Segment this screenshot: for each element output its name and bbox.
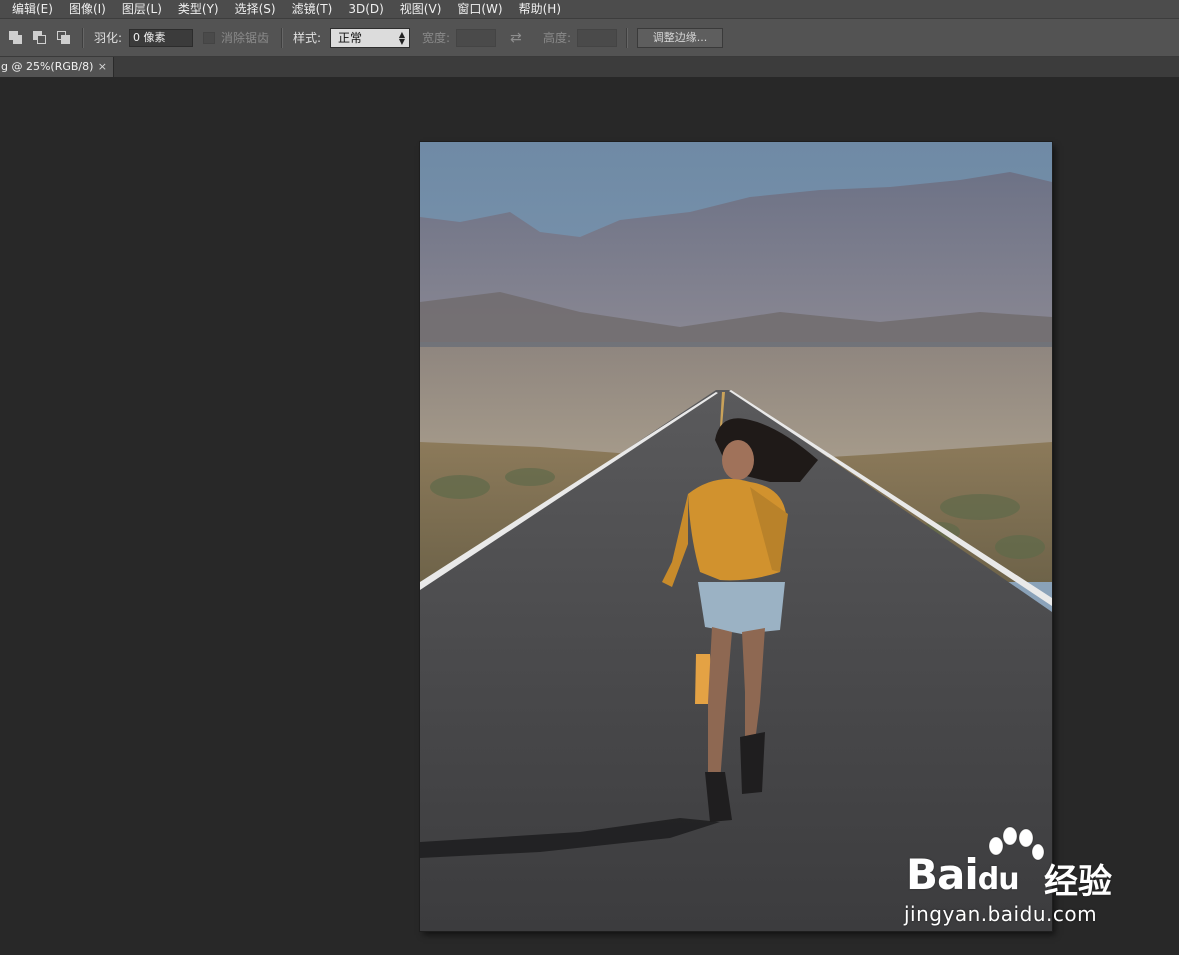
height-input[interactable]: [577, 28, 617, 47]
feather-label: 羽化:: [94, 31, 123, 45]
document-canvas[interactable]: [420, 142, 1052, 931]
canvas-photo: [420, 142, 1052, 931]
options-divider: [281, 28, 283, 48]
menu-filter[interactable]: 滤镜(T): [284, 0, 341, 18]
document-tab[interactable]: g @ 25%(RGB/8) ×: [0, 57, 114, 77]
close-icon[interactable]: ×: [98, 57, 107, 77]
width-input[interactable]: [456, 28, 496, 47]
options-divider: [82, 28, 84, 48]
dropdown-arrows-icon: ▲ ▼: [398, 29, 405, 46]
refine-edge-button[interactable]: 调整边缘...: [637, 27, 723, 48]
antialias-label: 消除锯齿: [221, 31, 270, 45]
swap-width-height-icon[interactable]: ⇄: [510, 30, 522, 46]
style-label: 样式:: [293, 31, 322, 45]
options-bar: 羽化: 0 像素 消除锯齿 样式: 正常 ▲ ▼ 宽度: ⇄ 高度: 调整边缘..…: [0, 18, 1179, 57]
menu-type[interactable]: 类型(Y): [170, 0, 227, 18]
add-selection-icon: [8, 30, 24, 46]
add-to-selection-button[interactable]: [8, 19, 24, 56]
baidu-watermark: Baidu 经验 jingyan.baidu.com: [900, 826, 1120, 936]
menu-bar: 编辑(E) 图像(I) 图层(L) 类型(Y) 选择(S) 滤镜(T) 3D(D…: [0, 0, 1179, 18]
watermark-url: jingyan.baidu.com: [904, 902, 1098, 926]
menu-window[interactable]: 窗口(W): [449, 0, 510, 18]
watermark-chinese: 经验: [1044, 862, 1112, 902]
intersect-selection-button[interactable]: [56, 19, 72, 56]
antialias-checkbox[interactable]: [203, 31, 215, 44]
subtract-from-selection-button[interactable]: [32, 19, 48, 56]
menu-edit[interactable]: 编辑(E): [0, 0, 61, 18]
menu-view[interactable]: 视图(V): [392, 0, 450, 18]
subtract-selection-icon: [32, 30, 48, 46]
style-dropdown[interactable]: 正常 ▲ ▼: [330, 27, 410, 48]
document-tab-title: g @ 25%(RGB/8): [1, 60, 94, 73]
document-tab-strip: g @ 25%(RGB/8) ×: [0, 57, 1179, 77]
width-label: 宽度:: [422, 31, 451, 45]
menu-image[interactable]: 图像(I): [61, 0, 114, 18]
feather-input[interactable]: 0 像素: [129, 28, 193, 47]
menu-select[interactable]: 选择(S): [227, 0, 284, 18]
intersect-selection-icon: [56, 30, 72, 46]
style-dropdown-value: 正常: [338, 30, 363, 45]
menu-3d[interactable]: 3D(D): [340, 0, 391, 18]
height-label: 高度:: [543, 31, 572, 45]
options-divider: [626, 28, 628, 48]
menu-layer[interactable]: 图层(L): [114, 0, 170, 18]
watermark-brand-suffix: du: [977, 862, 1020, 897]
watermark-brand: Baidu: [906, 850, 1020, 899]
menu-help[interactable]: 帮助(H): [511, 0, 569, 18]
